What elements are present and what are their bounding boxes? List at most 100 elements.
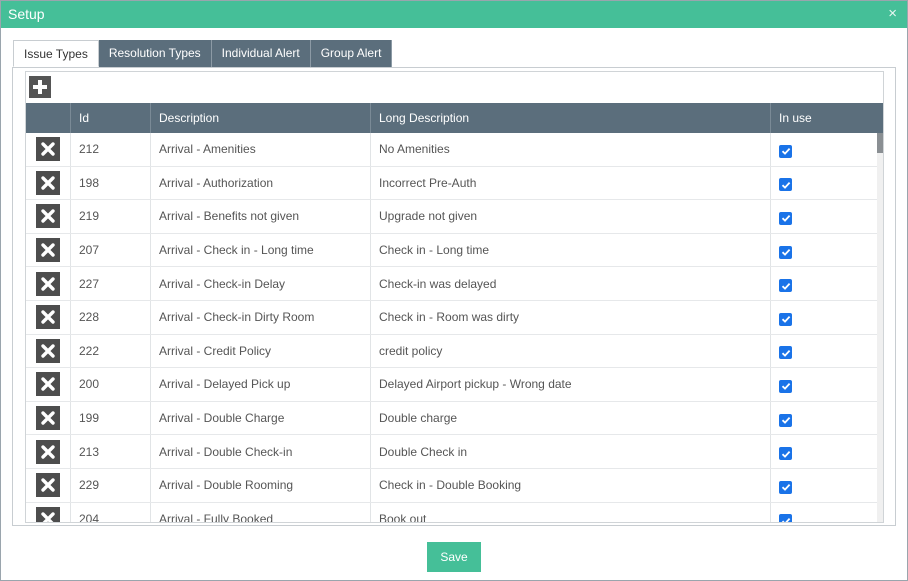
id-cell: 229 <box>71 468 151 502</box>
in-use-checkbox[interactable] <box>779 447 792 461</box>
table-row[interactable]: 204 Arrival - Fully Booked Book out <box>26 502 883 522</box>
id-cell: 212 <box>71 133 151 166</box>
check-icon <box>781 282 790 290</box>
table-row[interactable]: 200 Arrival - Delayed Pick up Delayed Airp… <box>26 368 883 402</box>
delete-row-button[interactable] <box>36 406 60 431</box>
long-description-cell: Double Check in <box>371 435 771 468</box>
table-row[interactable]: 199 Arrival - Double Charge Double charge <box>26 401 883 436</box>
in-use-checkbox[interactable] <box>779 245 792 259</box>
id-cell: 219 <box>71 200 151 233</box>
table-row[interactable]: 219 Arrival - Benefits not given Upgrade n… <box>26 200 883 234</box>
in-use-checkbox[interactable] <box>779 211 792 225</box>
table-row[interactable]: 228 Arrival - Check-in Dirty Room Check in… <box>26 300 883 335</box>
scrollbar-thumb[interactable] <box>877 133 883 153</box>
header-long-description[interactable]: Long Description <box>371 103 771 133</box>
id-cell: 198 <box>71 166 151 200</box>
description-cell: Arrival - Fully Booked <box>151 502 371 522</box>
long-description-cell: Check-in was delayed <box>371 267 771 300</box>
check-icon <box>781 316 790 324</box>
table-row[interactable]: 198 Arrival - Authorization Incorrect Pre-… <box>26 166 883 201</box>
description-cell: Arrival - Check in - Long time <box>151 233 371 267</box>
table-row[interactable]: 213 Arrival - Double Check-in Double Check… <box>26 435 883 469</box>
in-use-cell <box>771 402 876 435</box>
delete-row-button[interactable] <box>36 305 60 330</box>
row-actions-cell <box>26 502 71 522</box>
close-icon[interactable]: × <box>888 6 897 22</box>
long-description-cell: Delayed Airport pickup - Wrong date <box>371 368 771 401</box>
header-id[interactable]: Id <box>71 103 151 133</box>
tab-issue-types[interactable]: Issue Types <box>13 40 99 67</box>
delete-row-button[interactable] <box>36 271 60 296</box>
header-description[interactable]: Description <box>151 103 371 133</box>
in-use-cell <box>771 234 876 267</box>
in-use-checkbox[interactable] <box>779 480 792 494</box>
tab-individual-alert[interactable]: Individual Alert <box>211 40 311 67</box>
in-use-checkbox[interactable] <box>779 413 792 427</box>
check-icon <box>781 450 790 458</box>
check-icon <box>781 148 790 156</box>
grid-body: 212 Arrival - Amenities No Amenities 198 Arr… <box>26 133 883 522</box>
in-use-checkbox[interactable] <box>779 178 792 192</box>
in-use-cell <box>771 469 876 502</box>
in-use-cell <box>771 200 876 233</box>
description-cell: Arrival - Check-in Delay <box>151 267 371 300</box>
long-description-cell: Book out <box>371 502 771 522</box>
add-issue-button[interactable] <box>29 76 51 98</box>
close-icon <box>41 377 55 392</box>
in-use-checkbox[interactable] <box>779 312 792 326</box>
long-description-cell: Upgrade not given <box>371 200 771 233</box>
row-actions-cell <box>26 468 71 502</box>
delete-row-button[interactable] <box>36 170 60 195</box>
in-use-checkbox[interactable] <box>779 379 792 393</box>
delete-row-button[interactable] <box>36 473 60 498</box>
header-actions <box>26 103 71 133</box>
in-use-checkbox[interactable] <box>779 346 792 360</box>
id-cell: 227 <box>71 267 151 300</box>
close-icon <box>41 276 55 291</box>
plus-icon <box>33 80 47 94</box>
row-actions-cell <box>26 368 71 401</box>
vertical-scrollbar[interactable] <box>877 133 883 522</box>
title-bar: Setup × <box>1 1 907 28</box>
delete-row-button[interactable] <box>36 338 60 363</box>
in-use-cell <box>771 133 876 166</box>
description-cell: Arrival - Authorization <box>151 166 371 200</box>
header-in-use[interactable]: In use <box>771 103 876 133</box>
check-icon <box>781 249 790 256</box>
table-row[interactable]: 222 Arrival - Credit Policy credit policy <box>26 334 883 369</box>
check-icon <box>781 181 790 189</box>
in-use-cell <box>771 368 876 401</box>
tab-group-alert[interactable]: Group Alert <box>310 40 393 67</box>
row-actions-cell <box>26 334 71 368</box>
check-icon <box>781 517 790 522</box>
close-icon <box>41 142 55 156</box>
row-actions-cell <box>26 200 71 233</box>
long-description-cell: Check in - Long time <box>371 233 771 267</box>
tab-bar: Issue Types Resolution Types Individual … <box>13 40 393 67</box>
id-cell: 204 <box>71 502 151 522</box>
in-use-checkbox[interactable] <box>779 279 792 293</box>
id-cell: 222 <box>71 334 151 368</box>
in-use-checkbox[interactable] <box>779 144 792 158</box>
close-icon <box>41 444 55 459</box>
in-use-cell <box>771 301 876 334</box>
table-row[interactable]: 229 Arrival - Double Rooming Check in - Do… <box>26 468 883 503</box>
delete-row-button[interactable] <box>36 372 60 397</box>
delete-row-button[interactable] <box>36 137 60 162</box>
grid-header: Id Description Long Description In use <box>26 103 883 133</box>
delete-row-button[interactable] <box>36 439 60 464</box>
tab-panel: Id Description Long Description In use 2… <box>12 67 896 526</box>
delete-row-button[interactable] <box>36 506 60 522</box>
table-row[interactable]: 227 Arrival - Check-in Delay Check-in was … <box>26 267 883 301</box>
delete-row-button[interactable] <box>36 204 60 229</box>
table-row[interactable]: 207 Arrival - Check in - Long time Check i… <box>26 233 883 268</box>
row-actions-cell <box>26 133 71 166</box>
tab-resolution-types[interactable]: Resolution Types <box>98 40 212 67</box>
long-description-cell: Check in - Double Booking <box>371 468 771 502</box>
description-cell: Arrival - Double Charge <box>151 401 371 435</box>
table-row[interactable]: 212 Arrival - Amenities No Amenities <box>26 133 883 167</box>
id-cell: 199 <box>71 401 151 435</box>
in-use-checkbox[interactable] <box>779 514 792 522</box>
save-button[interactable]: Save <box>427 542 481 572</box>
delete-row-button[interactable] <box>36 238 60 263</box>
